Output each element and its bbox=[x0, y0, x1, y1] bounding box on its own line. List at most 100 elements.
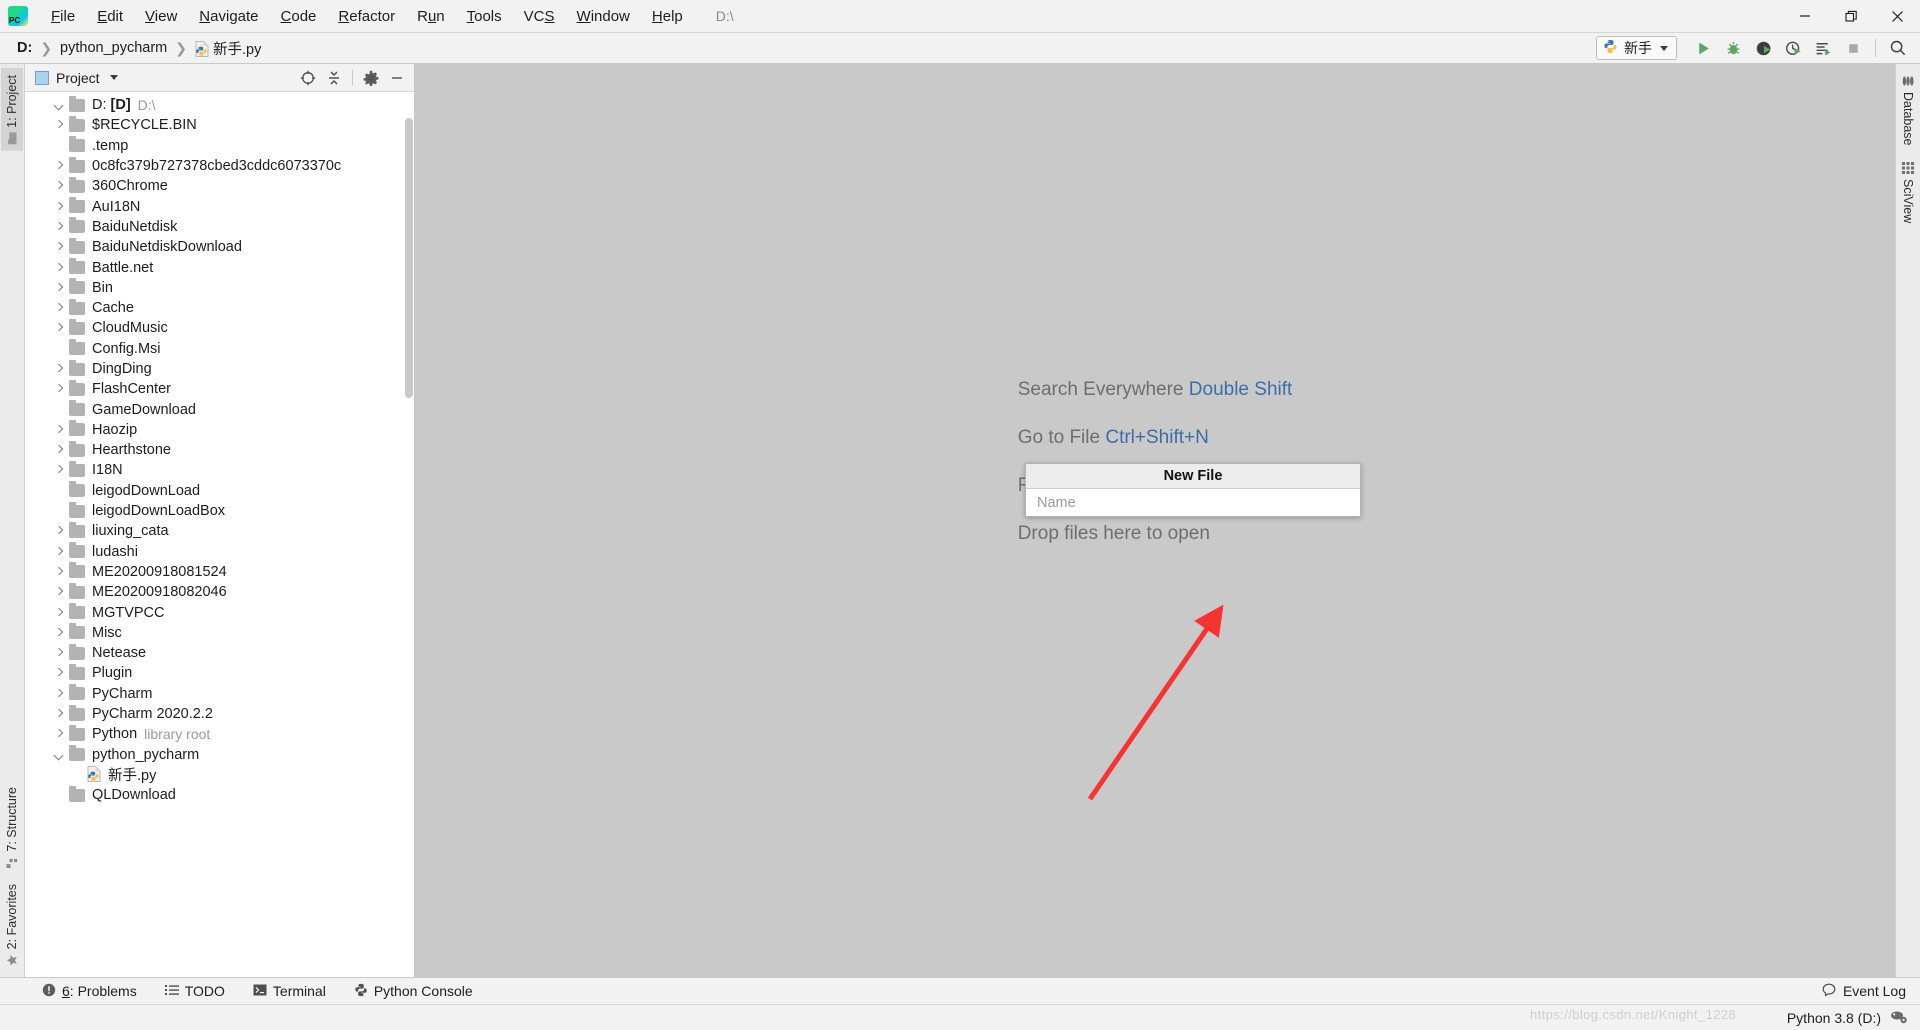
tree-row[interactable]: leigodDownLoadBox bbox=[25, 501, 414, 521]
minimize-button[interactable] bbox=[1782, 0, 1828, 32]
tree-row[interactable]: BaiduNetdisk bbox=[25, 217, 414, 237]
tree-row[interactable]: PyCharm 2020.2.2 bbox=[25, 704, 414, 724]
tree-scrollbar[interactable] bbox=[405, 118, 413, 398]
new-file-name-input[interactable] bbox=[1035, 493, 1360, 512]
chevron-right-icon[interactable] bbox=[51, 320, 67, 336]
chevron-right-icon[interactable] bbox=[51, 300, 67, 316]
chevron-right-icon[interactable] bbox=[51, 462, 67, 478]
chevron-right-icon[interactable] bbox=[51, 280, 67, 296]
chevron-right-icon[interactable] bbox=[51, 605, 67, 621]
tree-row[interactable]: ludashi bbox=[25, 542, 414, 562]
chevron-right-icon[interactable] bbox=[51, 219, 67, 235]
close-button[interactable] bbox=[1874, 0, 1920, 32]
breadcrumb-item-1[interactable]: python_pycharm bbox=[57, 39, 170, 57]
tree-row[interactable]: Cache bbox=[25, 298, 414, 318]
chevron-right-icon[interactable] bbox=[51, 706, 67, 722]
menu-item-run[interactable]: Run bbox=[406, 4, 456, 29]
chevron-right-icon[interactable] bbox=[51, 544, 67, 560]
event-log-label[interactable]: Event Log bbox=[1843, 983, 1906, 999]
menu-item-vcs[interactable]: VCS bbox=[513, 4, 566, 29]
chevron-right-icon[interactable] bbox=[51, 564, 67, 580]
menu-item-window[interactable]: Window bbox=[566, 4, 641, 29]
stop-button[interactable] bbox=[1839, 35, 1867, 61]
target-crosshair-icon[interactable] bbox=[297, 67, 319, 89]
menu-item-navigate[interactable]: Navigate bbox=[188, 4, 269, 29]
bottom-tab-terminal[interactable]: Terminal bbox=[239, 980, 340, 1003]
search-everywhere-button[interactable] bbox=[1884, 35, 1912, 61]
menu-item-help[interactable]: Help bbox=[641, 4, 694, 29]
tree-row[interactable]: Bin bbox=[25, 278, 414, 298]
tree-row[interactable]: FlashCenter bbox=[25, 379, 414, 399]
tree-row[interactable]: 0c8fc379b727378cbed3cddc6073370c bbox=[25, 156, 414, 176]
chevron-right-icon[interactable] bbox=[51, 178, 67, 194]
tree-row[interactable]: python_pycharm bbox=[25, 745, 414, 765]
sidebar-item-project[interactable]: 1: Project bbox=[1, 68, 23, 151]
tree-row[interactable]: AuI18N bbox=[25, 196, 414, 216]
breadcrumb-item-0[interactable]: D: bbox=[14, 39, 35, 57]
chevron-right-icon[interactable] bbox=[51, 117, 67, 133]
tree-row[interactable]: Haozip bbox=[25, 420, 414, 440]
chevron-right-icon[interactable] bbox=[51, 260, 67, 276]
sidebar-item-sciview[interactable]: SciView bbox=[1897, 155, 1919, 230]
tree-row[interactable]: QLDownload bbox=[25, 785, 414, 805]
tree-row[interactable]: I18N bbox=[25, 460, 414, 480]
tree-row[interactable]: DingDing bbox=[25, 359, 414, 379]
tree-row[interactable]: Misc bbox=[25, 623, 414, 643]
sidebar-item-favorites[interactable]: 2: Favorites bbox=[1, 877, 23, 973]
tree-row[interactable]: $RECYCLE.BIN bbox=[25, 115, 414, 135]
chevron-right-icon[interactable] bbox=[51, 422, 67, 438]
run-button[interactable] bbox=[1689, 35, 1717, 61]
maximize-button[interactable] bbox=[1828, 0, 1874, 32]
menu-item-view[interactable]: View bbox=[134, 4, 188, 29]
project-title-group[interactable]: Project bbox=[35, 70, 118, 86]
chevron-right-icon[interactable] bbox=[51, 381, 67, 397]
menu-item-file[interactable]: File bbox=[40, 4, 86, 29]
tree-row[interactable]: Battle.net bbox=[25, 257, 414, 277]
debug-button[interactable] bbox=[1719, 35, 1747, 61]
chevron-right-icon[interactable] bbox=[51, 625, 67, 641]
tree-row[interactable]: MGTVPCC bbox=[25, 602, 414, 622]
menu-item-code[interactable]: Code bbox=[270, 4, 328, 29]
chevron-right-icon[interactable] bbox=[51, 726, 67, 742]
project-file-tree[interactable]: D: [D] D:\ $RECYCLE.BIN .temp 0c8fc379b72737… bbox=[25, 92, 414, 977]
menu-item-tools[interactable]: Tools bbox=[456, 4, 513, 29]
tree-row[interactable]: ME20200918081524 bbox=[25, 562, 414, 582]
chevron-right-icon[interactable] bbox=[51, 686, 67, 702]
chevron-right-icon[interactable] bbox=[51, 361, 67, 377]
breadcrumb-item-2[interactable]: 新手.py bbox=[192, 37, 264, 60]
tree-row[interactable]: Netease bbox=[25, 643, 414, 663]
bottom-tab-problems[interactable]: 6: Problems bbox=[28, 980, 151, 1003]
editor-empty-area[interactable]: Search Everywhere Double Shift Go to File… bbox=[415, 64, 1895, 977]
chevron-right-icon[interactable] bbox=[51, 523, 67, 539]
run-configuration-selector[interactable]: 新手 bbox=[1596, 36, 1677, 60]
chevron-right-icon[interactable] bbox=[51, 199, 67, 215]
python-interpreter-icon[interactable] bbox=[1890, 1008, 1908, 1027]
menu-item-refactor[interactable]: Refactor bbox=[327, 4, 406, 29]
tree-row[interactable]: Plugin bbox=[25, 663, 414, 683]
tree-row[interactable]: leigodDownLoad bbox=[25, 481, 414, 501]
chevron-down-icon[interactable] bbox=[51, 97, 67, 113]
chevron-down-icon[interactable] bbox=[109, 75, 118, 80]
tree-row[interactable]: D: [D] D:\ bbox=[25, 95, 414, 115]
tree-row[interactable]: GameDownload bbox=[25, 399, 414, 419]
tree-row[interactable]: Hearthstone bbox=[25, 440, 414, 460]
chevron-right-icon[interactable] bbox=[51, 645, 67, 661]
minimize-icon[interactable] bbox=[386, 67, 408, 89]
gear-icon[interactable] bbox=[360, 67, 382, 89]
sidebar-item-structure[interactable]: 7: Structure bbox=[1, 780, 23, 875]
tree-row[interactable]: Python library root bbox=[25, 724, 414, 744]
new-file-name-field-wrap[interactable] bbox=[1026, 489, 1360, 516]
chevron-right-icon[interactable] bbox=[51, 584, 67, 600]
tree-row[interactable]: liuxing_cata bbox=[25, 521, 414, 541]
collapse-all-icon[interactable] bbox=[323, 67, 345, 89]
tree-row[interactable]: ME20200918082046 bbox=[25, 582, 414, 602]
tree-row[interactable]: 360Chrome bbox=[25, 176, 414, 196]
sidebar-item-database[interactable]: Database bbox=[1897, 68, 1919, 153]
chevron-right-icon[interactable] bbox=[51, 442, 67, 458]
chevron-right-icon[interactable] bbox=[51, 158, 67, 174]
tree-row[interactable]: CloudMusic bbox=[25, 318, 414, 338]
tree-row[interactable]: PyCharm bbox=[25, 684, 414, 704]
bottom-tab-python-console[interactable]: Python Console bbox=[340, 980, 487, 1003]
bottom-tab-todo[interactable]: TODO bbox=[151, 980, 239, 1003]
chevron-right-icon[interactable] bbox=[51, 239, 67, 255]
